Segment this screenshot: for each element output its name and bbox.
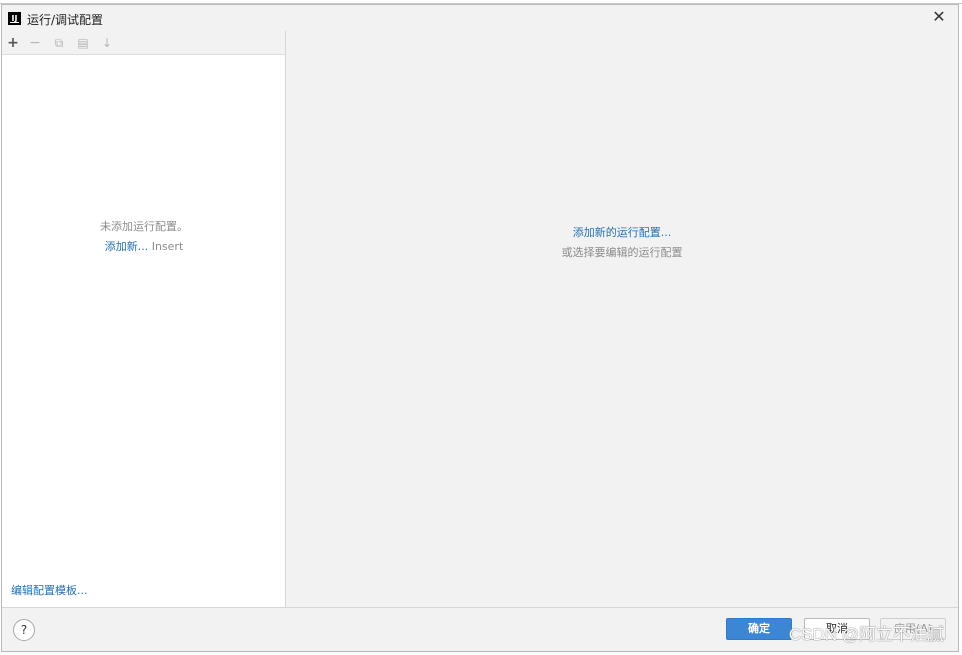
csdn-watermark: CSDN @阿立不油腻 <box>788 625 944 644</box>
add-new-run-config-row: 添加新的运行配置... <box>286 224 958 240</box>
help-icon[interactable]: ? <box>13 619 35 641</box>
run-debug-config-dialog: IJ 运行/调试配置 ✕ + − ⧉ ▤ ↓ 未添加运行配置。 添加新... I… <box>1 4 959 652</box>
copy-configuration-icon[interactable]: ⧉ <box>50 34 68 52</box>
select-config-hint: 或选择要编辑的运行配置 <box>561 246 683 259</box>
sort-configurations-icon[interactable]: ↓ <box>98 34 116 52</box>
close-icon[interactable]: ✕ <box>930 8 948 26</box>
add-new-row: 添加新... Insert <box>2 238 286 254</box>
move-to-folder-icon[interactable]: ▤ <box>74 34 92 52</box>
dialog-title: 运行/调试配置 <box>27 13 104 27</box>
add-configuration-icon[interactable]: + <box>4 34 22 52</box>
intellij-app-icon: IJ <box>8 12 21 25</box>
insert-shortcut-hint: Insert <box>151 240 184 253</box>
title-bar: IJ 运行/调试配置 ✕ <box>2 5 958 31</box>
configurations-list-panel: + − ⧉ ▤ ↓ 未添加运行配置。 添加新... Insert 编辑配置模板.… <box>2 31 286 607</box>
remove-configuration-icon[interactable]: − <box>26 34 44 52</box>
dialog-footer: ? 确定 取消 应用(A) CSDN @阿立不油腻 <box>2 607 958 651</box>
edit-configuration-templates-link[interactable]: 编辑配置模板... <box>11 582 88 598</box>
add-new-run-configuration-link[interactable]: 添加新的运行配置... <box>573 226 672 239</box>
configurations-toolbar: + − ⧉ ▤ ↓ <box>2 31 285 55</box>
add-new-link[interactable]: 添加新... <box>105 240 149 253</box>
configuration-details-panel: 添加新的运行配置... 或选择要编辑的运行配置 <box>286 31 958 607</box>
empty-list-message: 未添加运行配置。 <box>100 220 188 233</box>
ok-button[interactable]: 确定 <box>726 618 792 640</box>
